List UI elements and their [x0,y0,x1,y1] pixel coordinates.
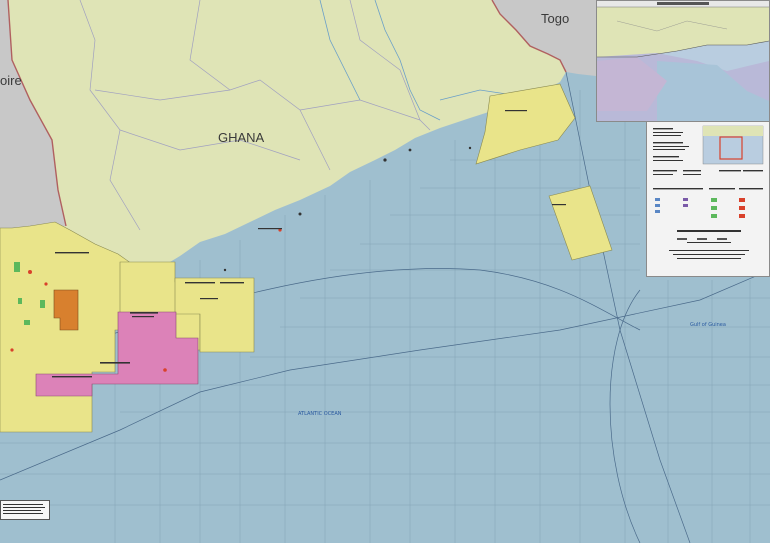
map-view[interactable]: GHANA Togo oire ATLANTIC OCEAN Gulf of G… [0,0,770,543]
legend-panel [646,121,770,277]
notes-content [3,504,45,514]
inset-map [597,2,770,121]
notes-box [0,500,50,520]
legend-content [653,125,764,259]
inset-map-panel [596,0,770,122]
